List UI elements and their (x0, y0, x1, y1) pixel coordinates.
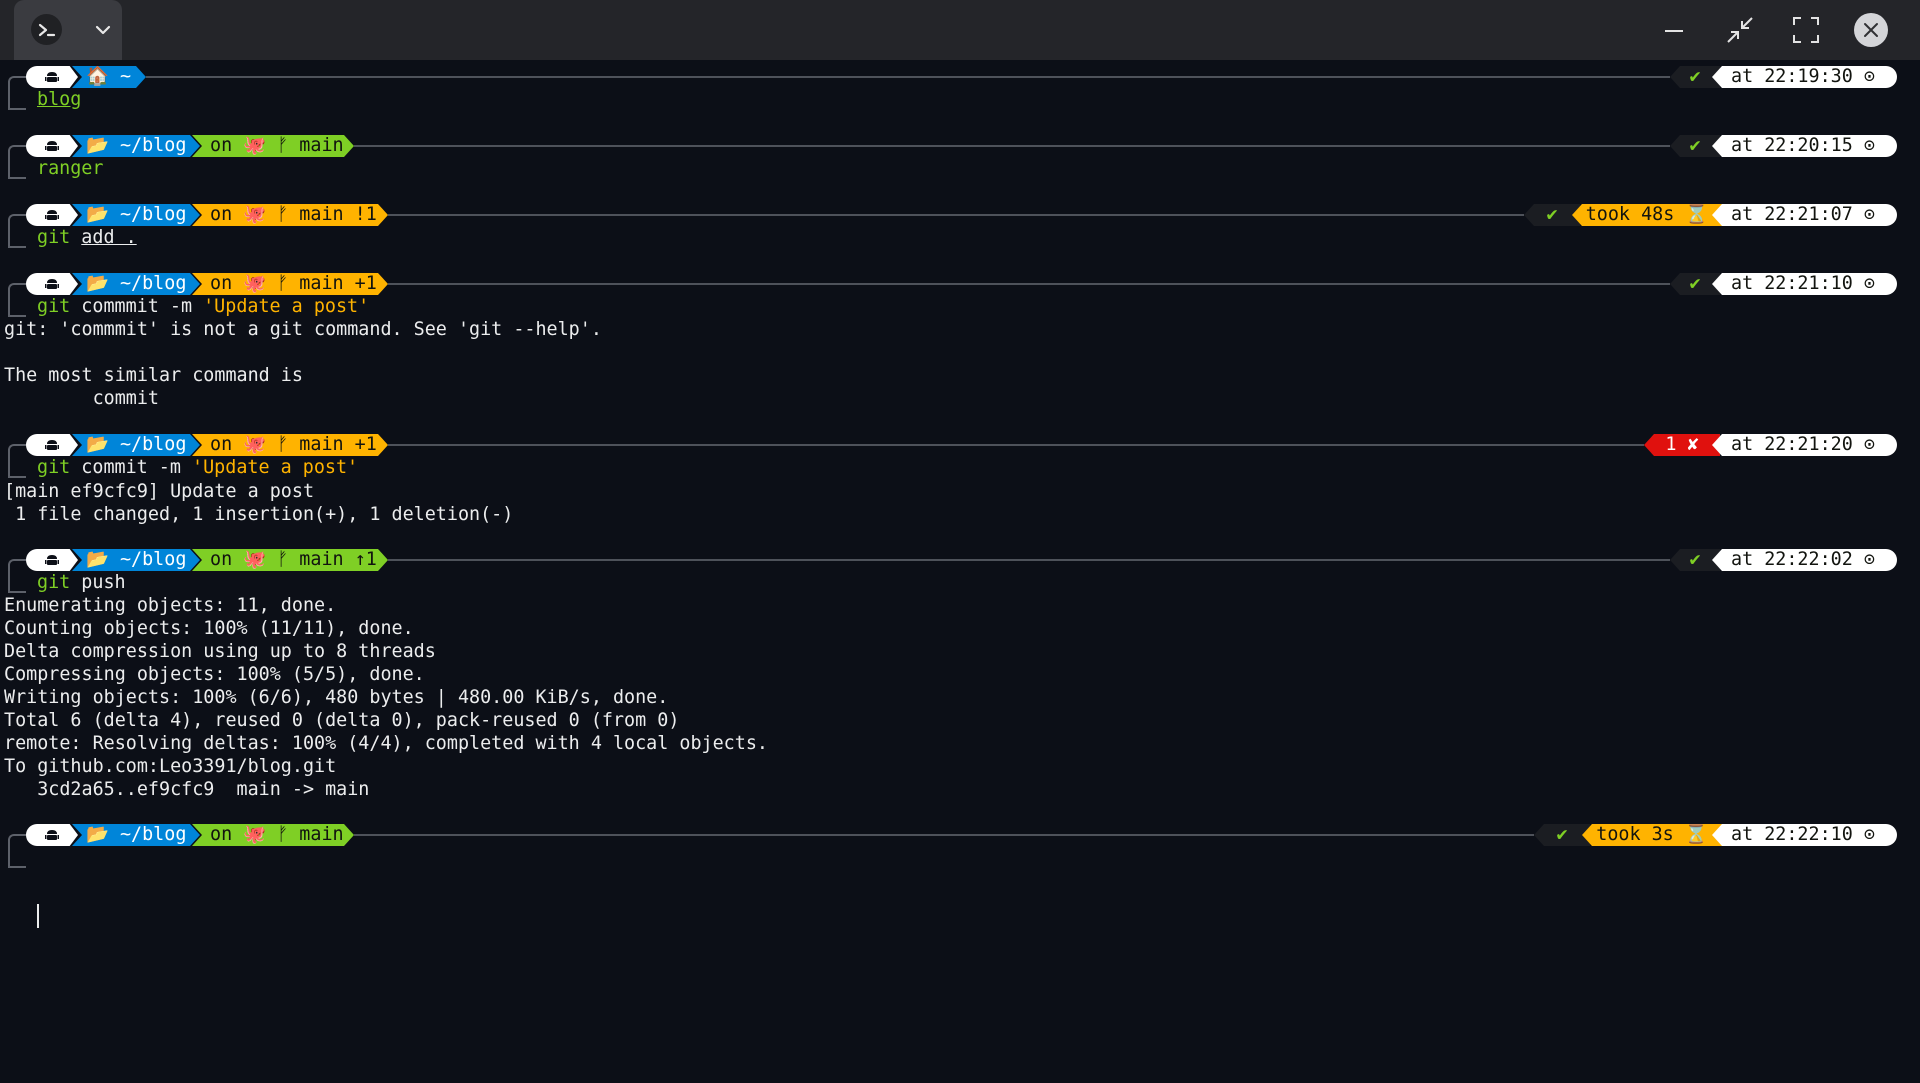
minimize-icon (1665, 30, 1683, 32)
android-icon (26, 135, 78, 157)
close-button[interactable] (1853, 12, 1889, 48)
command-name: git (37, 572, 71, 593)
git-segment: on 🐙 ᚠ main +1 (192, 273, 388, 295)
command-name: git (37, 457, 71, 478)
prompt-line: 📂 ~/blog on 🐙 ᚠ main +1 1 ✘ at 22:21:20 … (0, 434, 1920, 480)
path-segment: 📂 ~/blog (72, 549, 200, 571)
command-line: git add . (37, 226, 137, 250)
prompt-line-current: 📂 ~/blog on 🐙 ᚠ main ✔ took 3s ⌛ at 22:2… (0, 824, 1920, 870)
terminal-window: 🏠 ~ ✔ at 22:19:30 ⊙ blog 📂 ~/blog on 🐙 ᚠ… (0, 0, 1920, 1083)
prompt-line: 📂 ~/blog on 🐙 ᚠ main ↑1 ✔ at 22:22:02 ⊙ … (0, 549, 1920, 595)
command-name: git (37, 227, 71, 248)
prompt-fill-line (354, 834, 1534, 836)
prompt-fill-line (388, 214, 1524, 216)
minimize-button[interactable] (1656, 12, 1692, 48)
android-icon (26, 66, 78, 88)
command-name: ranger (37, 158, 104, 179)
git-segment: on 🐙 ᚠ main ↑1 (192, 549, 388, 571)
prompt-line: 📂 ~/blog on 🐙 ᚠ main !1 ✔ took 48s ⌛ at … (0, 204, 1920, 250)
command-line: git commit -m 'Update a post' (37, 456, 358, 480)
took-segment: took 3s ⌛ (1582, 824, 1722, 846)
output-line: 1 file changed, 1 insertion(+), 1 deleti… (4, 504, 514, 525)
prompt-line: 📂 ~/blog on 🐙 ᚠ main ✔ at 22:20:15 ⊙ ran… (0, 135, 1920, 181)
git-segment: on 🐙 ᚠ main (192, 135, 354, 157)
git-segment: on 🐙 ᚠ main (192, 824, 354, 846)
prompt-time: at 22:22:10 ⊙ (1712, 824, 1897, 846)
prompt-time: at 22:21:10 ⊙ (1712, 273, 1897, 295)
output-line: Writing objects: 100% (6/6), 480 bytes |… (4, 687, 669, 708)
fullscreen-icon (1793, 17, 1819, 43)
output-line: Counting objects: 100% (11/11), done. (4, 618, 414, 639)
terminal-prompt-icon (31, 14, 62, 45)
command-line: git push (37, 571, 126, 595)
status-ok: ✔ (1534, 824, 1590, 846)
android-icon (26, 824, 78, 846)
command-args: add . (81, 227, 137, 248)
output-line: To github.com:Leo3391/blog.git (4, 756, 337, 777)
android-icon (26, 273, 78, 295)
command-line: ranger (37, 157, 103, 181)
prompt-fill-line (354, 145, 1670, 147)
restore-down-icon (1727, 17, 1753, 43)
android-icon (26, 549, 78, 571)
prompt-time: at 22:19:30 ⊙ (1712, 66, 1897, 88)
command-args: push (81, 572, 126, 593)
prompt-fill-line (146, 76, 1670, 78)
command-string: 'Update a post' (192, 457, 359, 478)
command-line: blog (37, 88, 81, 112)
prompt-line: 📂 ~/blog on 🐙 ᚠ main +1 ✔ at 22:21:10 ⊙ … (0, 273, 1920, 319)
output-line: Total 6 (delta 4), reused 0 (delta 0), p… (4, 710, 680, 731)
prompt-time: at 22:21:07 ⊙ (1712, 204, 1897, 226)
restore-button[interactable] (1722, 12, 1758, 48)
prompt-time: at 22:21:20 ⊙ (1712, 434, 1897, 456)
prompt-time: at 22:20:15 ⊙ (1712, 135, 1897, 157)
command-args: commmit -m (81, 296, 193, 317)
output-line: Compressing objects: 100% (5/5), done. (4, 664, 425, 685)
git-segment: on 🐙 ᚠ main !1 (192, 204, 388, 226)
command-string: 'Update a post' (203, 296, 370, 317)
android-icon (26, 434, 78, 456)
terminal-tab[interactable] (14, 0, 122, 60)
output-line: commit (4, 388, 160, 409)
prompt-fill-line (388, 283, 1670, 285)
command-name: blog (37, 89, 82, 110)
output-line: Enumerating objects: 11, done. (4, 595, 337, 616)
prompt-time: at 22:22:02 ⊙ (1712, 549, 1897, 571)
terminal-content[interactable]: 🏠 ~ ✔ at 22:19:30 ⊙ blog 📂 ~/blog on 🐙 ᚠ… (0, 60, 1920, 1083)
status-error: 1 ✘ (1644, 434, 1720, 456)
prompt-fill-line (388, 444, 1644, 446)
prompt-line: 🏠 ~ ✔ at 22:19:30 ⊙ blog (0, 66, 1920, 112)
fullscreen-button[interactable] (1788, 12, 1824, 48)
status-ok: ✔ (1524, 204, 1580, 226)
took-segment: took 48s ⌛ (1572, 204, 1722, 226)
path-segment: 📂 ~/blog (72, 273, 200, 295)
title-bar (0, 0, 1920, 60)
command-name: git (37, 296, 71, 317)
output-line: The most similar command is (4, 365, 303, 386)
command-args: commit -m (81, 457, 181, 478)
output-line: 3cd2a65..ef9cfc9 main -> main (4, 779, 370, 800)
text-cursor (37, 904, 39, 928)
path-segment: 📂 ~/blog (72, 434, 200, 456)
path-segment: 🏠 ~ (72, 66, 146, 88)
prompt-fill-line (388, 559, 1670, 561)
output-line: remote: Resolving deltas: 100% (4/4), co… (4, 733, 768, 754)
output-line: git: 'commmit' is not a git command. See… (4, 319, 602, 340)
path-segment: 📂 ~/blog (72, 824, 200, 846)
path-segment: 📂 ~/blog (72, 204, 200, 226)
path-segment: 📂 ~/blog (72, 135, 200, 157)
chevron-down-icon[interactable] (90, 17, 116, 43)
output-line: Delta compression using up to 8 threads (4, 641, 436, 662)
output-line: [main ef9cfc9] Update a post (4, 481, 315, 502)
close-icon (1864, 23, 1878, 37)
android-icon (26, 204, 78, 226)
git-segment: on 🐙 ᚠ main +1 (192, 434, 388, 456)
command-line: git commmit -m 'Update a post' (37, 295, 369, 319)
